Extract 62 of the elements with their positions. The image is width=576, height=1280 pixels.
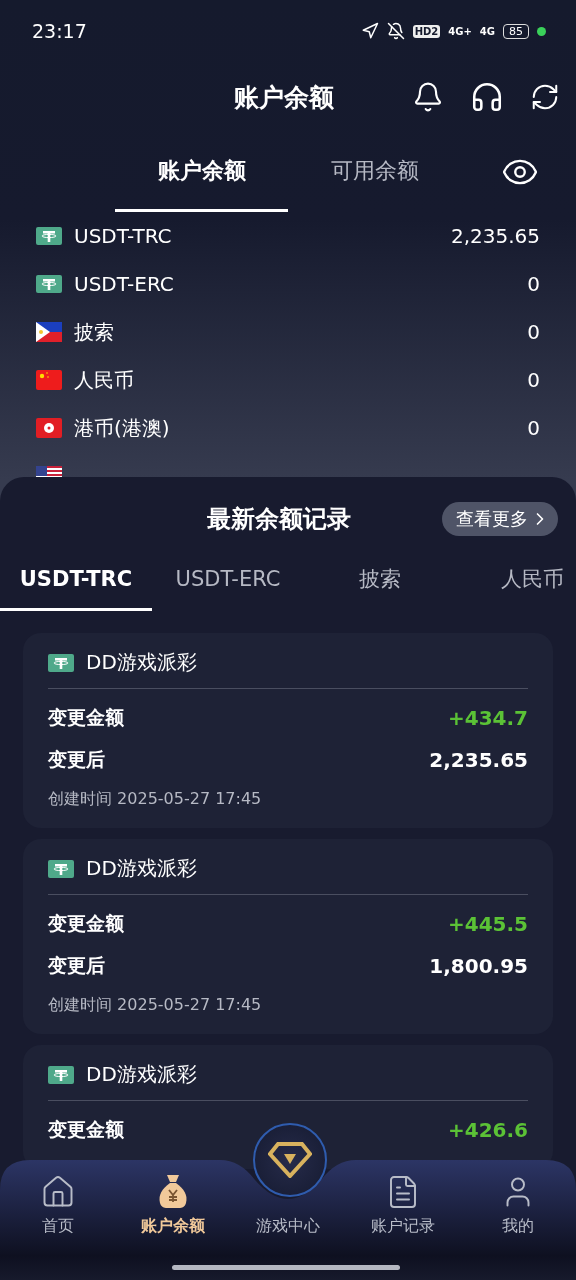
nav-tab[interactable]: 首页 <box>0 1160 116 1255</box>
currency-tab[interactable]: USDT-ERC <box>152 549 304 611</box>
view-more-button[interactable]: 查看更多 <box>442 502 558 536</box>
created-time: 创建时间 2025-05-27 17:45 <box>48 789 263 810</box>
currency-name: USDT-ERC <box>74 272 175 296</box>
change-amount: +445.5 <box>447 912 528 936</box>
network-label: 4G+ <box>448 25 472 37</box>
balance-after: 2,235.65 <box>429 748 528 772</box>
currency-name: 人民币 <box>74 366 135 394</box>
nav-tab[interactable]: 账户余额 <box>115 1160 231 1255</box>
currency-amount: 0 <box>527 272 540 296</box>
notification-button[interactable] <box>412 81 444 113</box>
currency-name: 港币(港澳) <box>74 414 171 442</box>
bell-icon <box>412 81 444 113</box>
tether-icon <box>48 653 74 672</box>
battery-level: 85 <box>503 23 529 39</box>
currency-amount: 0 <box>527 368 540 392</box>
field-label: 变更金额 <box>48 1117 124 1142</box>
location-icon <box>360 22 379 40</box>
change-amount: +426.6 <box>447 1118 528 1142</box>
tether-icon <box>48 1065 74 1084</box>
flag-icon <box>36 370 62 390</box>
change-amount: +434.7 <box>447 706 528 730</box>
nav-tab[interactable]: 游戏中心 <box>230 1160 346 1255</box>
support-button[interactable] <box>470 80 504 114</box>
field-label: 变更金额 <box>48 705 124 730</box>
page-title: 账户余额 <box>234 81 335 114</box>
balance-tab[interactable]: 可用余额 <box>288 132 461 212</box>
tether-icon <box>36 275 62 293</box>
refresh-icon <box>530 82 560 112</box>
created-time: 创建时间 2025-05-27 17:45 <box>48 995 263 1016</box>
flag-icon <box>36 322 62 342</box>
currency-tab[interactable]: 人民币 <box>456 549 576 611</box>
field-label: 变更后 <box>48 747 105 772</box>
flag-icon <box>36 418 62 438</box>
status-dot <box>537 26 546 36</box>
field-label: 变更后 <box>48 953 105 978</box>
tether-icon <box>36 227 62 245</box>
nav-tab[interactable]: 账户记录 <box>345 1160 461 1255</box>
balance-tab[interactable]: 账户余额 <box>115 132 288 212</box>
refresh-button[interactable] <box>530 82 560 112</box>
section-title: 最新余额记录 <box>207 504 352 535</box>
field-label: 变更金额 <box>48 911 124 936</box>
currency-amount: 2,235.65 <box>450 224 540 248</box>
currency-amount: 0 <box>527 416 540 440</box>
currency-tab[interactable]: 披索 <box>304 549 456 611</box>
mute-icon <box>386 22 405 40</box>
diamond-logo <box>268 1142 312 1178</box>
balance-after: 1,800.95 <box>429 954 528 978</box>
record-source: DD游戏派彩 <box>86 1061 197 1088</box>
headset-icon <box>470 80 504 114</box>
hd-badge: HD2 <box>412 24 441 38</box>
currency-name: USDT-TRC <box>74 224 173 248</box>
currency-tab[interactable]: USDT-TRC <box>0 549 152 611</box>
status-time: 23:17 <box>32 20 88 42</box>
record-source: DD游戏派彩 <box>86 855 197 882</box>
currency-name: 披索 <box>74 318 115 346</box>
record-source: DD游戏派彩 <box>86 649 197 676</box>
nav-tab[interactable]: 我的 <box>460 1160 576 1255</box>
network-label: 4G <box>479 25 495 37</box>
tether-icon <box>48 859 74 878</box>
currency-amount: 0 <box>527 320 540 344</box>
